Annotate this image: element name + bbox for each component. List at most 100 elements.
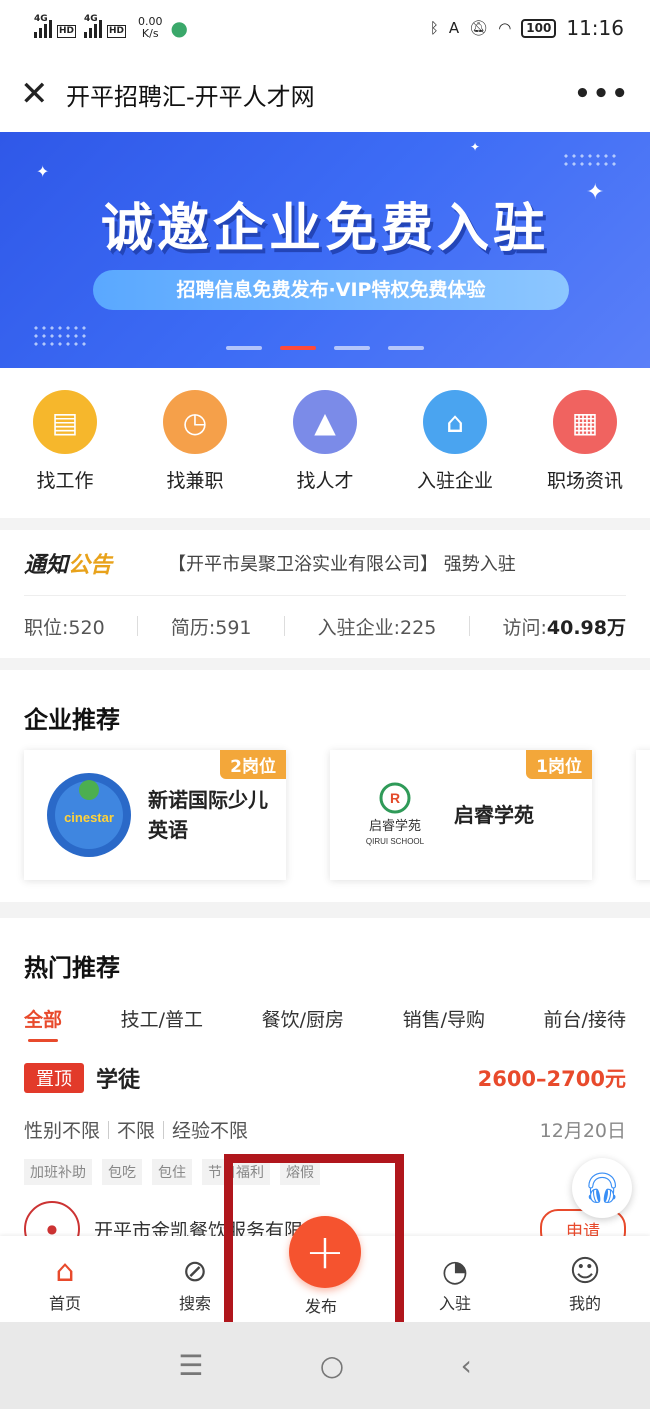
stat-visits-label: 访问: bbox=[502, 616, 547, 639]
mute-bell-icon: 🔕︎ bbox=[469, 19, 489, 37]
quick-links: ▤ 找工作 ◷ 找兼职 ▲ 找人才 ⌂ 入驻企业 ▦ 职场资讯 bbox=[0, 368, 650, 518]
job-date: 12月20日 bbox=[539, 1120, 626, 1142]
category-tabs: 全部 技工/普工 餐饮/厨房 销售/导购 前台/接待 bbox=[0, 983, 650, 1042]
stat-positions: 职位:520 bbox=[24, 616, 105, 639]
quick-link-news[interactable]: ▦ 职场资讯 bbox=[525, 390, 645, 518]
enterprise-card[interactable]: 1岗位 R 启睿学苑 QIRUI SCHOOL 启睿学苑 bbox=[330, 750, 592, 880]
job-salary: 2600–2700元 bbox=[477, 1067, 626, 1091]
customer-service-icon[interactable]: 🎧︎ bbox=[572, 1158, 632, 1218]
carousel-dot-active bbox=[280, 346, 316, 350]
wifi-icon: ◠ bbox=[498, 19, 512, 37]
divider bbox=[284, 616, 286, 636]
divider bbox=[108, 1120, 110, 1139]
stat-resumes: 简历:591 bbox=[170, 616, 252, 639]
company-logo-graphic: cinestar bbox=[47, 773, 131, 857]
promo-banner[interactable]: ✦ ✦ ✦ 诚邀企业免费入驻 招聘信息免费发布·VIP特权免费体验 bbox=[0, 132, 650, 368]
tab-sales[interactable]: 销售/导购 bbox=[403, 1005, 485, 1032]
tab-all[interactable]: 全部 bbox=[24, 1005, 62, 1042]
user-icon: ☺ bbox=[569, 1254, 601, 1289]
sparkle-icon: ✦ bbox=[36, 162, 50, 181]
back-icon[interactable]: ‹ bbox=[461, 1349, 472, 1382]
tab-home[interactable]: ⌂ 首页 bbox=[15, 1254, 115, 1314]
perk-tag: 包吃 bbox=[102, 1159, 142, 1185]
tab-catering[interactable]: 餐饮/厨房 bbox=[262, 1005, 344, 1032]
tab-skilled[interactable]: 技工/普工 bbox=[121, 1005, 203, 1032]
home-button-icon[interactable]: ○ bbox=[320, 1349, 344, 1382]
req-experience: 经验不限 bbox=[172, 1120, 249, 1142]
enterprise-list: 2岗位 cinestar 新诺国际少儿英语 1岗位 R 启睿学苑 QIRUI S… bbox=[24, 750, 650, 880]
pie-chart-icon: ◔ bbox=[441, 1254, 469, 1289]
tab-label: 首页 bbox=[48, 1294, 81, 1313]
site-stats: 职位:520 简历:591 入驻企业:225 访问:40.98万 bbox=[24, 596, 626, 656]
perk-tag: 加班补助 bbox=[24, 1159, 92, 1185]
logo-text: 启睿学苑 bbox=[369, 818, 421, 834]
logo-subtext: QIRUI SCHOOL bbox=[366, 837, 425, 846]
position-count-badge: 1岗位 bbox=[526, 750, 592, 779]
company-logo: cinestar bbox=[44, 770, 134, 860]
tab-join[interactable]: ◔ 入驻 bbox=[405, 1254, 505, 1314]
clock: 11:16 bbox=[566, 16, 624, 40]
hd-badge: HD bbox=[106, 25, 126, 38]
section-title: 热门推荐 bbox=[24, 954, 120, 982]
company-name: 启睿学苑 bbox=[454, 803, 534, 827]
company-name: 新诺国际少儿英语 bbox=[148, 788, 268, 842]
quick-link-label: 找兼职 bbox=[166, 470, 224, 492]
more-icon[interactable]: ••• bbox=[574, 79, 630, 109]
section-title: 企业推荐 bbox=[24, 706, 120, 734]
shop-icon: ⌂ bbox=[423, 390, 487, 454]
stat-companies: 入驻企业:225 bbox=[317, 616, 437, 639]
system-nav-bar: ☰ ○ ‹ bbox=[0, 1322, 650, 1409]
nfc-icon: A bbox=[448, 19, 460, 37]
network-type: 4G bbox=[34, 14, 48, 24]
perk-tag: 包住 bbox=[152, 1159, 192, 1185]
tab-mine[interactable]: ☺ 我的 bbox=[535, 1254, 635, 1314]
graduation-cap-icon: ▲ bbox=[293, 390, 357, 454]
net-speed: 0.00 K/s bbox=[138, 16, 163, 40]
home-icon: ⌂ bbox=[55, 1254, 75, 1289]
tab-reception[interactable]: 前台/接待 bbox=[544, 1005, 626, 1032]
company-logo: R 启睿学苑 QIRUI SCHOOL bbox=[350, 770, 440, 860]
status-bar: 4G HD 4G HD 0.00 K/s ● ᛒ A 🔕︎ ◠ 100 11:1… bbox=[0, 0, 650, 56]
close-icon[interactable]: ✕ bbox=[20, 77, 60, 111]
quick-link-label: 找人才 bbox=[296, 470, 354, 492]
tab-label: 搜索 bbox=[178, 1294, 211, 1313]
highlight-box bbox=[224, 1154, 404, 1338]
banner-subline: 招聘信息免费发布·VIP特权免费体验 bbox=[93, 270, 569, 310]
page-title: 开平招聘汇-开平人才网 bbox=[66, 82, 315, 111]
quick-link-label: 入驻企业 bbox=[416, 470, 493, 492]
menu-icon[interactable]: ☰ bbox=[178, 1349, 203, 1382]
battery-icon: 100 bbox=[521, 18, 557, 38]
stat-visits-value: 40.98万 bbox=[546, 616, 626, 639]
req-gender: 性别不限 bbox=[24, 1120, 101, 1142]
enterprise-section: 企业推荐 2岗位 cinestar 新诺国际少儿英语 1岗位 R 启睿学苑 QI… bbox=[0, 670, 650, 902]
logo-text: cinestar bbox=[64, 810, 114, 825]
quick-link-companies[interactable]: ⌂ 入驻企业 bbox=[395, 390, 515, 518]
briefcase-icon: ▤ bbox=[33, 390, 97, 454]
notice-row[interactable]: 通知公告 【开平市昊聚卫浴实业有限公司】 强势入驻 bbox=[24, 530, 626, 596]
svg-text:R: R bbox=[390, 790, 400, 806]
notice-badge: 通知公告 bbox=[24, 547, 164, 579]
quick-link-part-time[interactable]: ◷ 找兼职 bbox=[135, 390, 255, 518]
quick-link-find-talent[interactable]: ▲ 找人才 bbox=[265, 390, 385, 518]
carousel-dot bbox=[388, 346, 424, 350]
net-speed-unit: K/s bbox=[141, 27, 159, 40]
hd-badge: HD bbox=[56, 25, 76, 38]
divider bbox=[137, 616, 139, 636]
quick-link-find-job[interactable]: ▤ 找工作 bbox=[5, 390, 125, 518]
cell-signal-icon: 4G HD bbox=[84, 14, 126, 38]
notice-panel: 通知公告 【开平市昊聚卫浴实业有限公司】 强势入驻 职位:520 简历:591 … bbox=[0, 530, 650, 658]
enterprise-card[interactable]: 2岗位 cinestar 新诺国际少儿英语 bbox=[24, 750, 286, 880]
notice-badge-b: 公告 bbox=[68, 552, 113, 578]
enterprise-card-peek[interactable] bbox=[636, 750, 650, 880]
tab-label: 入驻 bbox=[438, 1294, 471, 1313]
app-notification-icon: ● bbox=[170, 16, 188, 40]
dot-grid-decoration bbox=[562, 152, 616, 166]
title-bar: ✕ 开平招聘汇-开平人才网 ••• bbox=[0, 56, 650, 132]
divider bbox=[468, 616, 470, 636]
carousel-dot bbox=[226, 346, 262, 350]
dot-grid-decoration bbox=[32, 324, 86, 346]
quick-link-label: 职场资讯 bbox=[546, 470, 623, 492]
tab-label: 我的 bbox=[568, 1294, 601, 1313]
carousel-dot bbox=[334, 346, 370, 350]
pinned-badge: 置顶 bbox=[24, 1063, 84, 1093]
